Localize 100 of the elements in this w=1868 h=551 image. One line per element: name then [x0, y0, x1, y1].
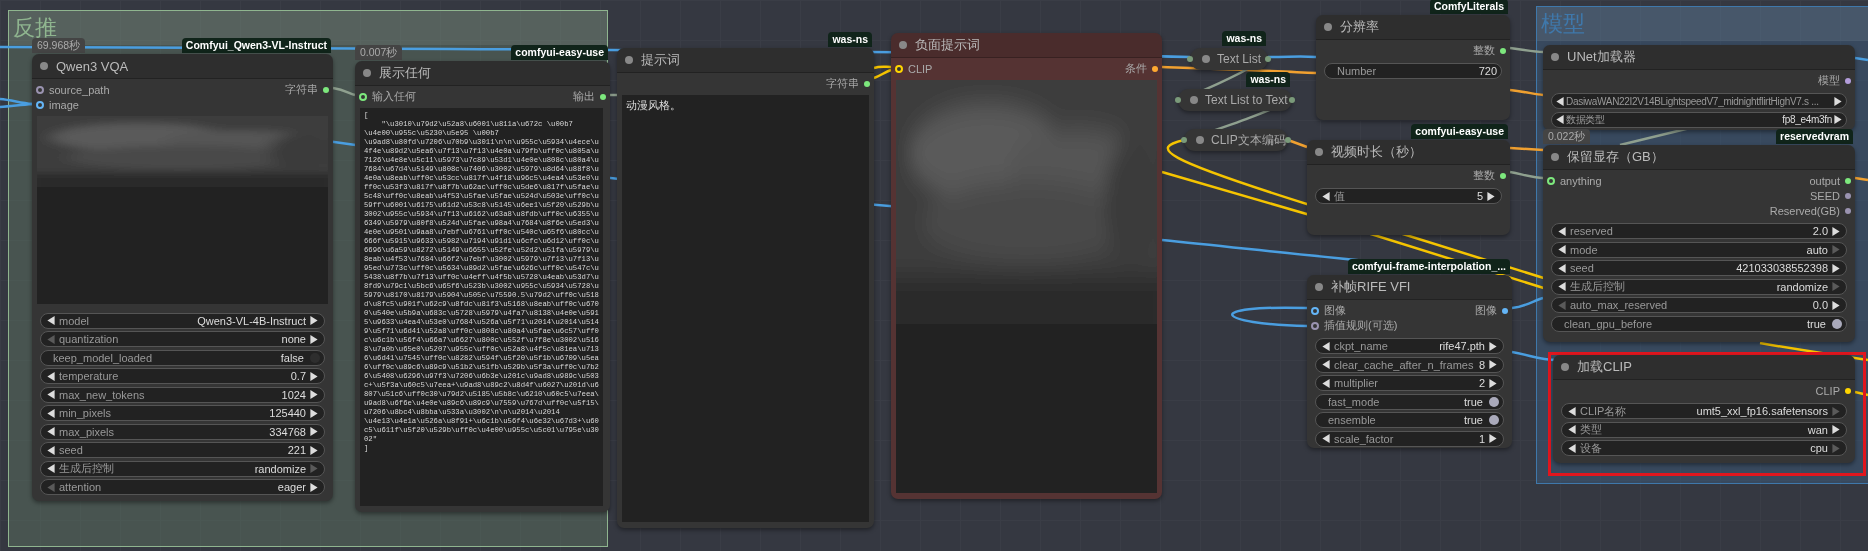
- widget-control[interactable]: multiplier 2: [1315, 375, 1504, 391]
- right-arrow-icon[interactable]: [1489, 434, 1497, 443]
- widget-control[interactable]: 数据类型 fp8_e4m3fn: [1551, 111, 1847, 128]
- output-slot-icon[interactable]: [600, 93, 606, 100]
- left-arrow-icon[interactable]: [47, 316, 55, 325]
- widget-control[interactable]: max_new_tokens 1024: [40, 386, 325, 403]
- left-arrow-icon[interactable]: [1556, 96, 1564, 106]
- widget-control[interactable]: 值 5: [1315, 188, 1502, 204]
- left-arrow-icon[interactable]: [1568, 443, 1576, 453]
- left-arrow-icon[interactable]: [1322, 191, 1330, 201]
- left-arrow-icon[interactable]: [47, 464, 55, 473]
- widget-control[interactable]: seed 221: [40, 442, 325, 458]
- left-arrow-icon[interactable]: [47, 445, 55, 455]
- output-slot-icon[interactable]: [323, 86, 329, 93]
- collapsed-node[interactable]: Text List to Text: [1178, 89, 1292, 111]
- left-arrow-icon[interactable]: [1556, 115, 1564, 124]
- output-slot-icon[interactable]: [864, 80, 870, 87]
- title-bar[interactable]: 提示词: [617, 48, 874, 73]
- left-arrow-icon[interactable]: [1568, 406, 1576, 416]
- title-bar[interactable]: 保留显存（GB）: [1543, 145, 1855, 170]
- title-bar[interactable]: 展示任何: [355, 61, 610, 86]
- output-slot-icon[interactable]: [1500, 172, 1506, 179]
- widget-control[interactable]: 设备 cpu: [1561, 440, 1847, 456]
- right-arrow-icon[interactable]: [310, 390, 318, 399]
- title-bar[interactable]: 负面提示词: [891, 33, 1162, 58]
- input-slot-icon[interactable]: [1311, 321, 1319, 330]
- widget-control[interactable]: reserved 2.0: [1551, 223, 1847, 239]
- widget-control[interactable]: attention eager: [40, 479, 325, 495]
- output-slot-icon[interactable]: [1181, 137, 1187, 143]
- widget-control[interactable]: auto_max_reserved 0.0: [1551, 297, 1847, 313]
- widget-control[interactable]: 类型 wan: [1561, 421, 1847, 438]
- title-bar[interactable]: Qwen3 VQA: [32, 54, 333, 79]
- right-arrow-icon[interactable]: [1489, 360, 1497, 369]
- output-slot-icon[interactable]: [1502, 307, 1508, 314]
- output-slot-icon[interactable]: [1845, 192, 1851, 199]
- widget-control[interactable]: fast_mode true: [1315, 393, 1504, 410]
- right-arrow-icon[interactable]: [1832, 300, 1840, 310]
- widget-control[interactable]: scale_factor 1: [1315, 430, 1504, 447]
- widget-control[interactable]: clean_gpu_before true: [1551, 315, 1847, 332]
- title-bar[interactable]: 视频时长（秒）: [1307, 140, 1510, 165]
- right-arrow-icon[interactable]: [1832, 226, 1840, 236]
- widget-control[interactable]: DasiwaWAN22I2V14BLightspeedV7_midnightflirtHighV7.s ...: [1551, 93, 1847, 109]
- widget-control[interactable]: seed 421033038552398: [1551, 260, 1847, 276]
- right-arrow-icon[interactable]: [310, 408, 318, 418]
- output-slot-icon[interactable]: [1152, 65, 1158, 72]
- right-arrow-icon[interactable]: [1487, 191, 1495, 201]
- input-slot-icon[interactable]: [1311, 306, 1319, 315]
- left-arrow-icon[interactable]: [1558, 226, 1566, 236]
- right-arrow-icon[interactable]: [310, 427, 318, 436]
- left-arrow-icon[interactable]: [47, 371, 55, 381]
- left-arrow-icon[interactable]: [1558, 245, 1566, 254]
- left-arrow-icon[interactable]: [1568, 425, 1576, 434]
- widget-control[interactable]: 生成后控制 randomize: [40, 460, 325, 477]
- widget-control[interactable]: ensemble true: [1315, 412, 1504, 428]
- right-arrow-icon[interactable]: [1489, 378, 1497, 388]
- input-slot-icon[interactable]: [1547, 176, 1555, 185]
- widget-control[interactable]: clear_cache_after_n_frames 8: [1315, 356, 1504, 373]
- output-slot-icon[interactable]: [1285, 137, 1291, 143]
- left-arrow-icon[interactable]: [1322, 434, 1330, 443]
- right-arrow-icon[interactable]: [310, 371, 318, 381]
- output-slot-icon[interactable]: [1845, 177, 1851, 184]
- left-arrow-icon[interactable]: [47, 390, 55, 399]
- title-bar[interactable]: 补帧RIFE VFI: [1307, 275, 1512, 300]
- right-arrow-icon[interactable]: [1489, 341, 1497, 351]
- collapsed-node[interactable]: CLIP文本编码: [1184, 129, 1288, 151]
- right-arrow-icon[interactable]: [1834, 96, 1842, 106]
- widget-control[interactable]: temperature 0.7: [40, 368, 325, 384]
- right-arrow-icon[interactable]: [310, 445, 318, 455]
- input-slot-icon[interactable]: [359, 92, 367, 101]
- title-bar[interactable]: UNet加载器: [1543, 45, 1855, 70]
- left-arrow-icon[interactable]: [1558, 263, 1566, 273]
- output-slot-icon[interactable]: [1845, 207, 1851, 214]
- toggle-knob[interactable]: [1832, 318, 1842, 329]
- widget-control[interactable]: mode auto: [1551, 241, 1847, 258]
- widget-control[interactable]: ckpt_name rife47.pth: [1315, 338, 1504, 354]
- widget-control[interactable]: Number 720: [1324, 63, 1502, 79]
- widget-control[interactable]: max_pixels 334768: [40, 423, 325, 440]
- left-arrow-icon[interactable]: [1322, 360, 1330, 369]
- widget-control[interactable]: 生成后控制 randomize: [1551, 278, 1847, 295]
- right-arrow-icon[interactable]: [1832, 263, 1840, 273]
- right-arrow-icon[interactable]: [1832, 425, 1840, 434]
- widget-control[interactable]: quantization none: [40, 331, 325, 347]
- right-arrow-icon[interactable]: [1834, 115, 1842, 124]
- right-arrow-icon[interactable]: [310, 482, 318, 492]
- output-slot-icon[interactable]: [1845, 387, 1851, 394]
- left-arrow-icon[interactable]: [1322, 378, 1330, 388]
- title-bar[interactable]: 分辨率: [1316, 15, 1510, 40]
- toggle-knob[interactable]: [1489, 415, 1499, 425]
- left-arrow-icon[interactable]: [47, 408, 55, 418]
- output-slot-icon[interactable]: [1500, 47, 1506, 54]
- input-slot-icon[interactable]: [36, 100, 44, 109]
- right-arrow-icon[interactable]: [310, 316, 318, 325]
- title-bar[interactable]: 加载CLIP: [1553, 355, 1855, 380]
- toggle-knob[interactable]: [310, 352, 320, 363]
- left-arrow-icon[interactable]: [1558, 282, 1566, 291]
- widget-control[interactable]: min_pixels 125440: [40, 405, 325, 421]
- collapsed-node[interactable]: Text List: [1190, 48, 1268, 70]
- output-slot-icon[interactable]: [1845, 77, 1851, 84]
- widget-control[interactable]: keep_model_loaded false: [40, 349, 325, 366]
- text-field[interactable]: 动漫风格。: [622, 95, 869, 522]
